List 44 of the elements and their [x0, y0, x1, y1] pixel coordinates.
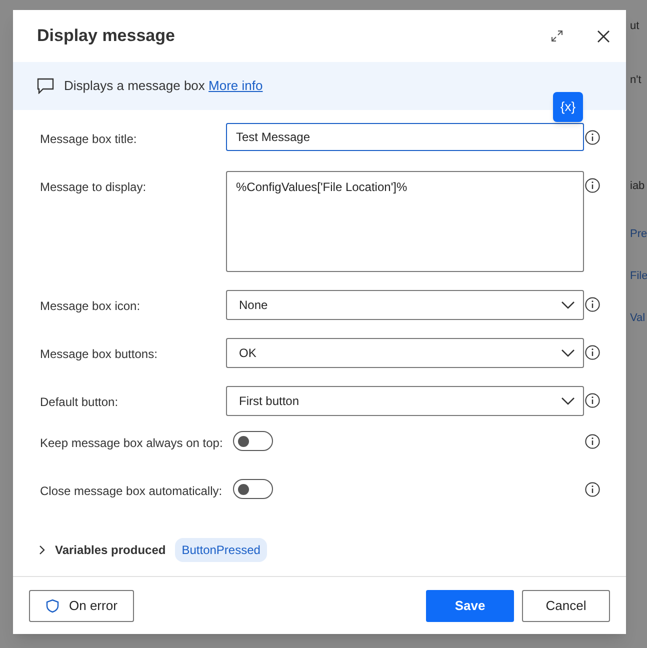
info-icon[interactable]: [585, 345, 600, 360]
field-label: Default button:: [40, 394, 120, 411]
shield-icon: [46, 598, 59, 612]
background-text: ut: [630, 19, 640, 34]
text-field[interactable]: Test Message: [226, 123, 584, 151]
toggle-switch[interactable]: [233, 479, 273, 499]
dropdown[interactable]: OK: [226, 338, 584, 368]
background-text: File: [630, 269, 647, 284]
background-text: n't: [630, 73, 642, 88]
toggle-switch[interactable]: [233, 431, 273, 451]
info-icon[interactable]: [585, 130, 600, 145]
on-error-button[interactable]: On error: [29, 590, 134, 622]
more-info-link[interactable]: More info: [208, 78, 263, 94]
description-text: Displays a message box: [64, 78, 205, 94]
message-textarea[interactable]: %ConfigValues['File Location']%: [226, 171, 584, 272]
background-text: Val: [630, 311, 646, 326]
chevron-down-icon: [561, 301, 575, 309]
save-button[interactable]: Save: [426, 590, 514, 622]
variables-button[interactable]: {x}: [553, 92, 583, 122]
cancel-button[interactable]: Cancel: [522, 590, 610, 622]
expand-icon[interactable]: [551, 30, 563, 42]
field-label: Message box icon:: [40, 298, 142, 315]
info-icon[interactable]: [585, 178, 600, 193]
dropdown[interactable]: None: [226, 290, 584, 320]
speech-bubble-icon: [37, 78, 54, 94]
background-text: Pre: [630, 227, 647, 242]
info-icon[interactable]: [585, 482, 600, 497]
field-label: Message box title:: [40, 131, 138, 148]
dropdown[interactable]: First button: [226, 386, 584, 416]
dialog-title: Display message: [37, 25, 176, 48]
field-label: Keep message box always on top:: [40, 435, 224, 452]
info-icon[interactable]: [585, 393, 600, 408]
field-label: Message to display:: [40, 179, 148, 196]
field-label: Message box buttons:: [40, 346, 158, 363]
info-icon[interactable]: [585, 434, 600, 449]
variable-tag[interactable]: ButtonPressed: [174, 538, 268, 562]
close-icon[interactable]: [597, 30, 610, 42]
chevron-down-icon: [561, 397, 575, 405]
field-label: Close message box automatically:: [40, 483, 224, 500]
variables-produced-label: Variables produced: [55, 542, 166, 559]
chevron-down-icon: [561, 349, 575, 357]
info-icon[interactable]: [585, 297, 600, 312]
background-text: iab: [630, 179, 645, 194]
chevron-right-icon[interactable]: [37, 545, 47, 555]
